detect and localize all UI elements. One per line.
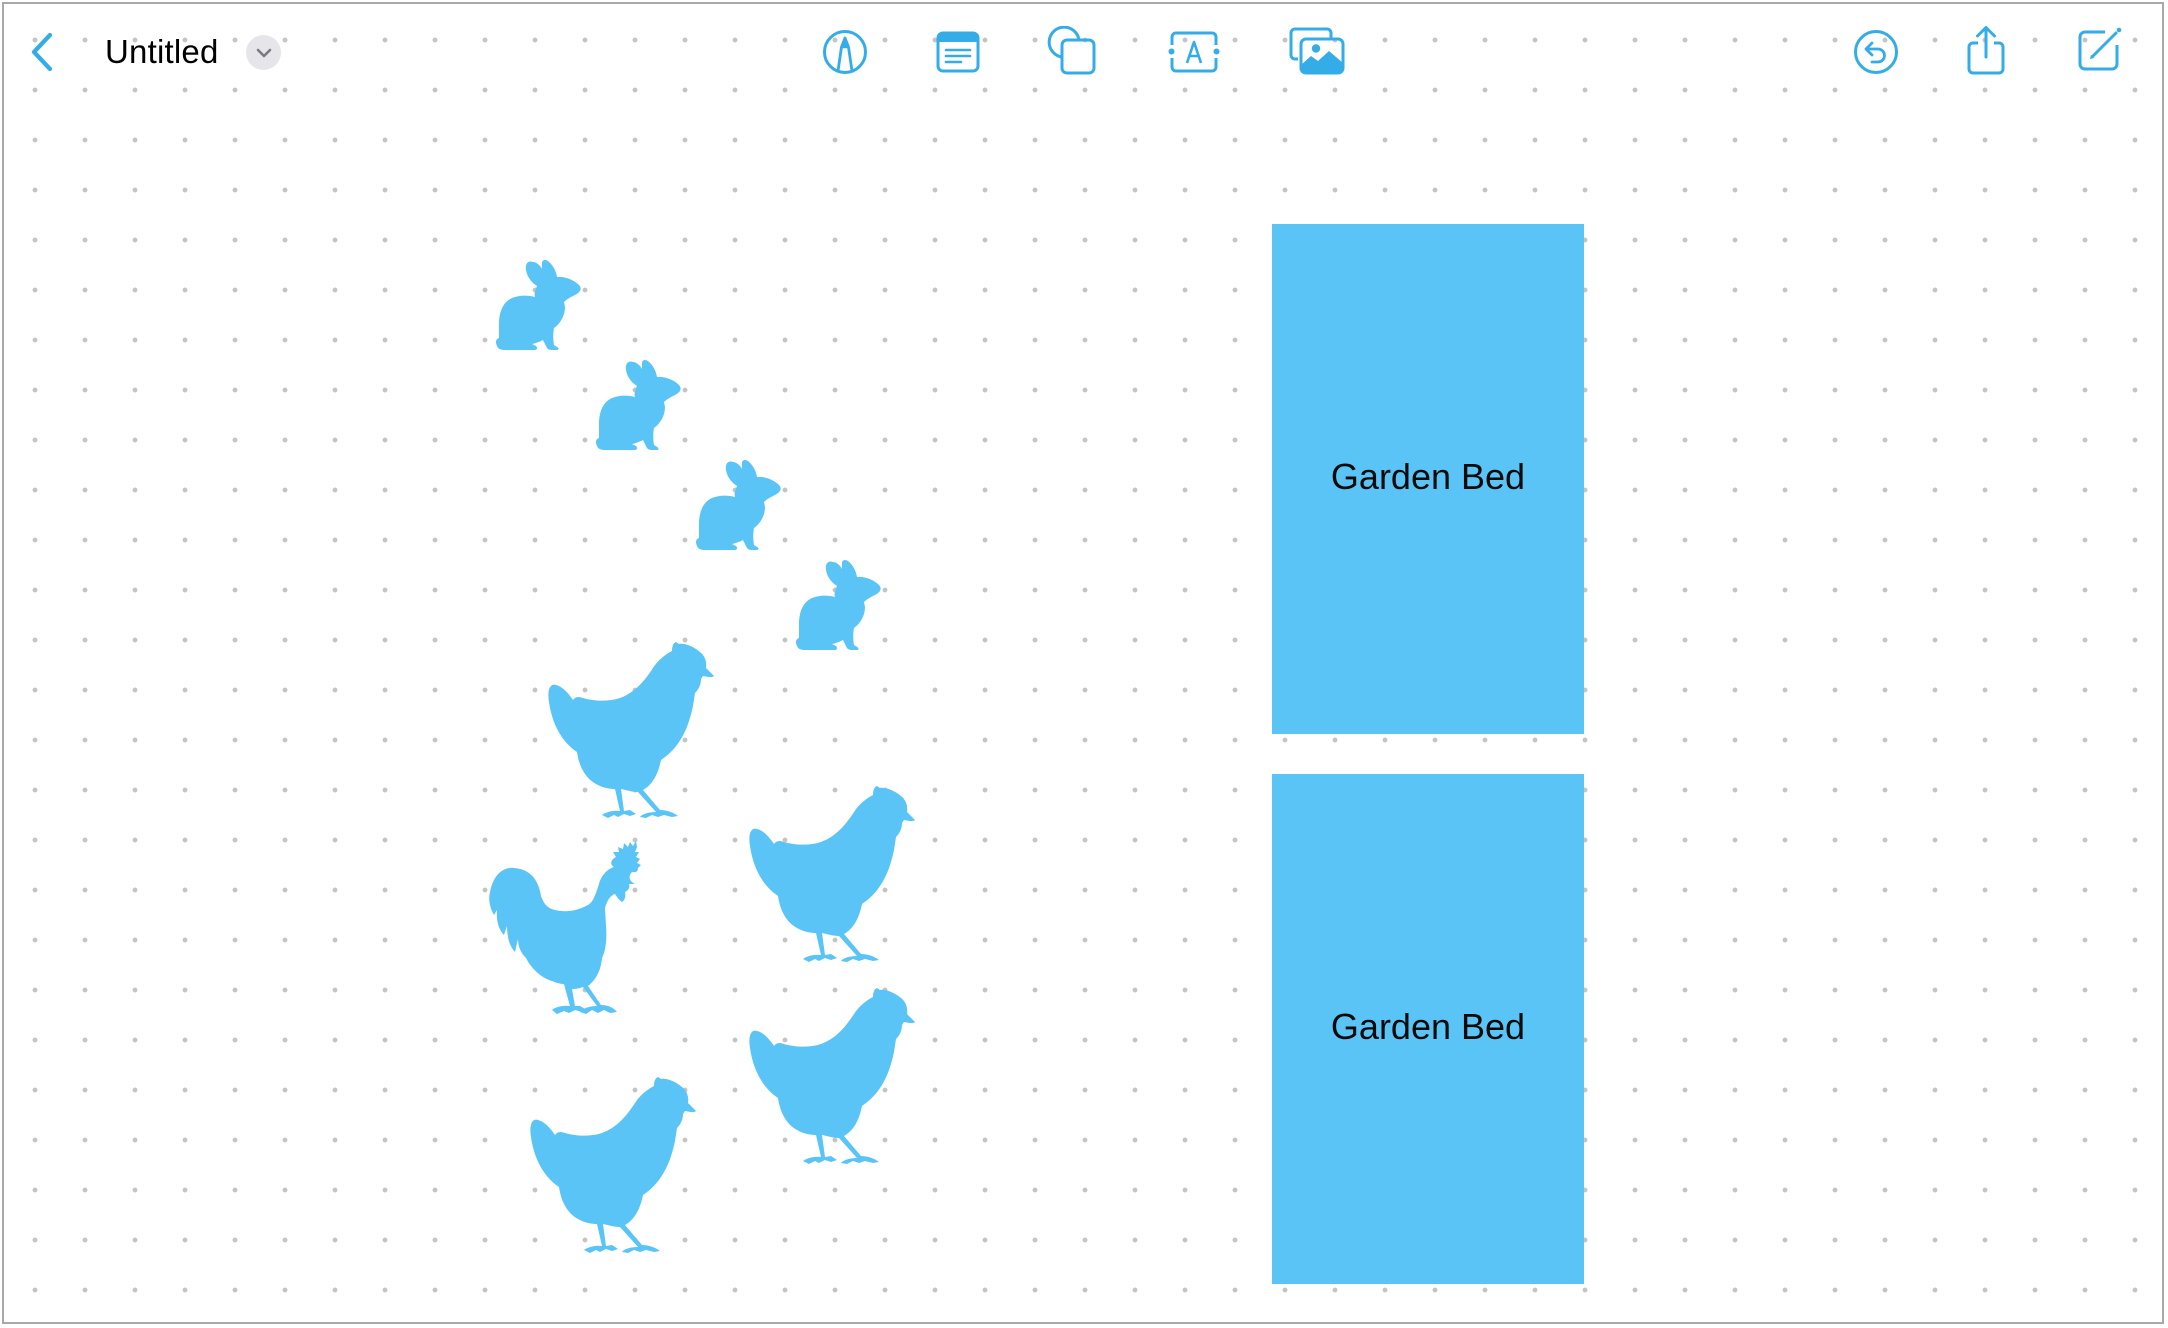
rabbit-shape[interactable] — [795, 559, 883, 652]
garden-bed-label: Garden Bed — [1330, 456, 1526, 497]
hen-shape[interactable] — [749, 988, 930, 1165]
chevron-left-icon — [31, 32, 53, 72]
text-box-icon — [1168, 31, 1220, 73]
shapes-icon — [1047, 26, 1096, 75]
shapes-button[interactable] — [1046, 26, 1100, 76]
pen-tool-button[interactable] — [822, 29, 868, 75]
rabbit-icon — [595, 359, 681, 450]
hen-shape[interactable] — [548, 642, 729, 819]
compose-icon — [2078, 27, 2122, 71]
share-button[interactable] — [1964, 24, 2008, 76]
note-icon — [936, 31, 980, 73]
garden-bed-shape[interactable]: Garden Bed — [1272, 224, 1584, 734]
chevron-down-icon — [256, 48, 271, 57]
garden-bed-shape[interactable]: Garden Bed — [1272, 774, 1584, 1284]
garden-bed-label: Garden Bed — [1330, 1006, 1526, 1047]
dot-grid-canvas[interactable] — [4, 4, 2162, 1322]
photo-stack-icon — [1289, 27, 1345, 75]
document-title[interactable]: Untitled — [105, 30, 219, 74]
title-menu-button[interactable] — [246, 35, 281, 70]
undo-button[interactable] — [1852, 28, 1900, 76]
media-button[interactable] — [1288, 26, 1346, 76]
hen-shape[interactable] — [530, 1077, 711, 1254]
rooster-icon — [489, 841, 641, 1014]
compose-button[interactable] — [2075, 26, 2123, 74]
hen-icon — [749, 988, 915, 1164]
board-window — [2, 2, 2164, 1324]
undo-circle-icon — [1854, 30, 1898, 74]
rabbit-icon — [795, 559, 881, 650]
rabbit-icon — [695, 459, 781, 550]
hen-shape[interactable] — [749, 786, 930, 963]
hen-icon — [749, 786, 915, 962]
back-button[interactable] — [22, 28, 62, 76]
hen-icon — [548, 642, 714, 818]
rabbit-shape[interactable] — [595, 359, 683, 452]
toolbar: Untitled — [0, 0, 2168, 100]
rabbit-shape[interactable] — [495, 259, 583, 352]
sticky-note-button[interactable] — [935, 30, 981, 74]
text-box-button[interactable] — [1166, 30, 1222, 74]
rabbit-shape[interactable] — [695, 459, 783, 552]
hen-icon — [530, 1077, 696, 1253]
share-icon — [1967, 26, 2005, 75]
rabbit-icon — [495, 259, 581, 350]
rooster-shape[interactable] — [489, 838, 671, 1015]
pen-circle-icon — [823, 30, 867, 74]
